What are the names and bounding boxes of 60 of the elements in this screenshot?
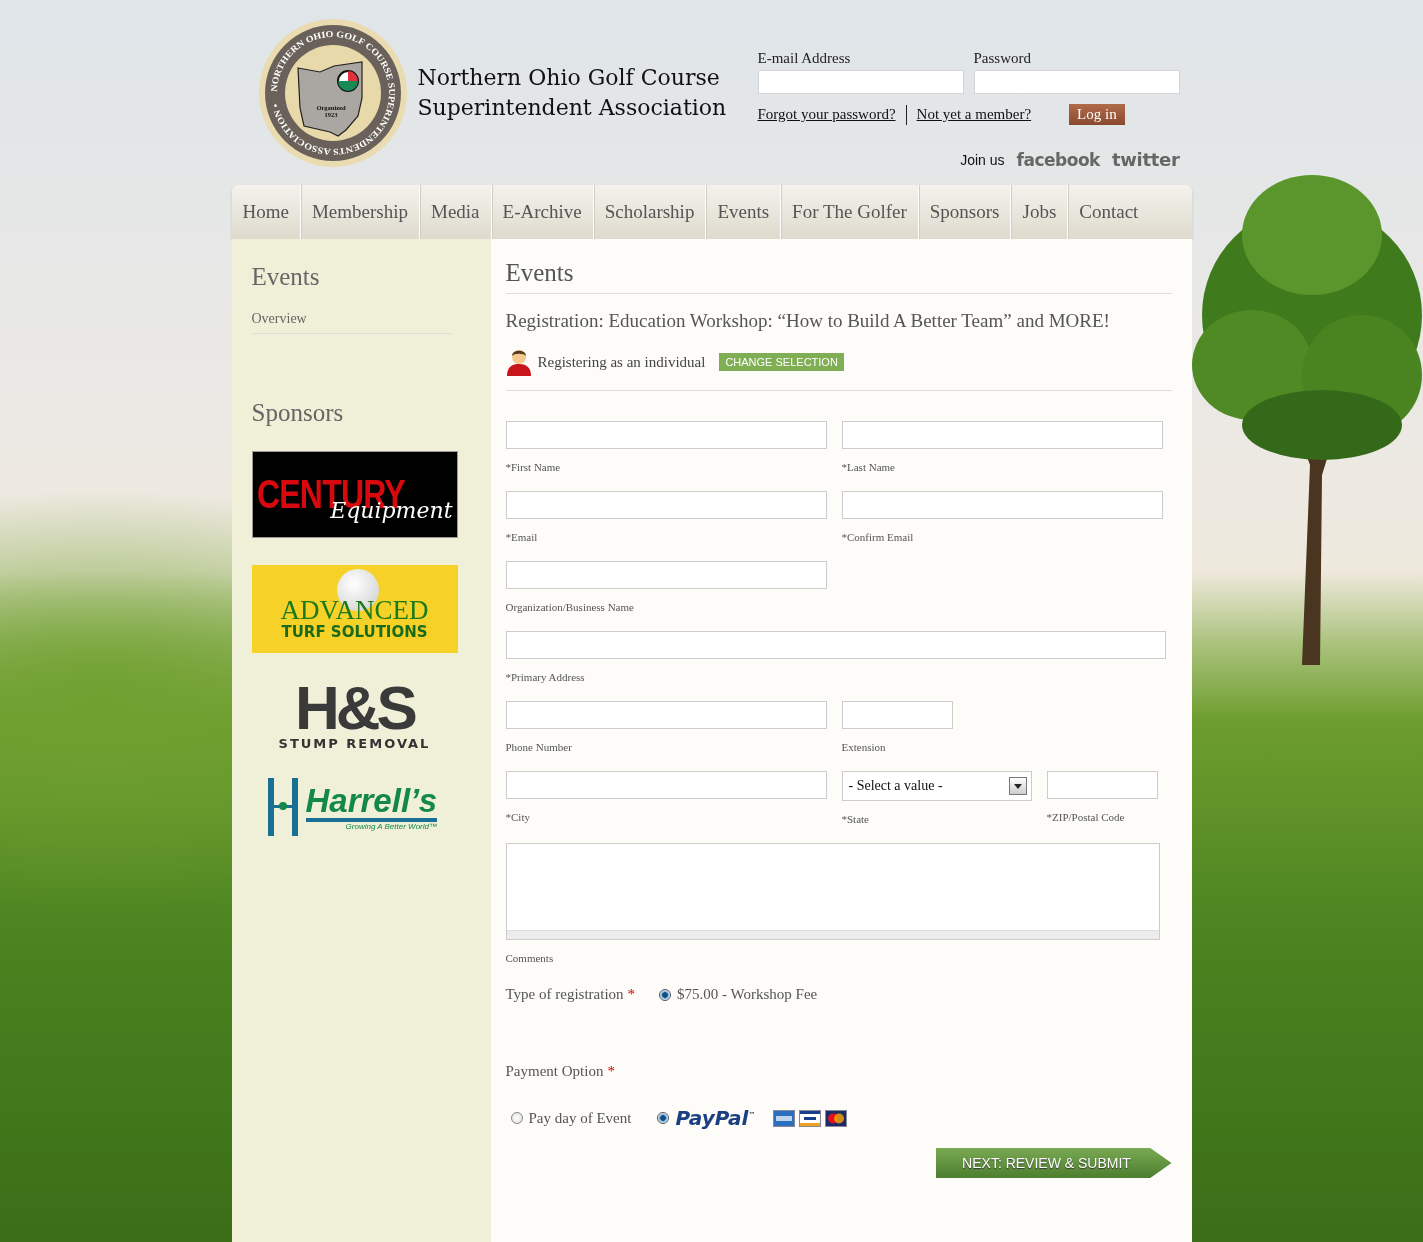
credit-card-icon <box>799 1109 822 1127</box>
join-us-label: Join us <box>960 151 1005 168</box>
credit-card-icon <box>773 1109 796 1127</box>
person-icon <box>505 348 532 376</box>
field-label: Organization/Business Name <box>505 601 635 613</box>
forgot-password-link[interactable]: Forgot your password? <box>757 106 896 123</box>
input-field[interactable] <box>505 491 827 519</box>
page-heading: Events <box>505 259 1172 294</box>
registrant-type-text: Registering as an individual <box>537 353 706 371</box>
input-field[interactable] <box>505 561 827 589</box>
paypal-logo: PayPal$^{™}$ <box>675 1106 756 1130</box>
harrells-logo[interactable]: Harrell’s Growing A Better World™ <box>251 778 458 836</box>
field-label: *State <box>841 813 870 825</box>
email-field[interactable] <box>757 70 964 94</box>
field-label: Type of registration <box>505 986 624 1003</box>
sidebar-link[interactable]: Overview <box>251 311 452 334</box>
field-label: *Confirm Email <box>841 531 915 543</box>
credit-card-icon <box>825 1109 848 1127</box>
radio-button[interactable] <box>659 988 672 1001</box>
input-field[interactable] <box>505 701 827 729</box>
option-label: Pay day of Event <box>528 1109 632 1127</box>
twitter-link[interactable]: twitter <box>1111 149 1180 170</box>
field-label: *ZIP/Postal Code <box>1046 811 1126 823</box>
stump-removal-logo[interactable]: H&S STUMP REMOVAL <box>251 680 458 751</box>
input-field[interactable] <box>505 421 827 449</box>
state-select[interactable]: - Select a value - <box>841 771 1032 801</box>
input-field[interactable] <box>841 701 953 729</box>
site-title: Northern Ohio Golf Course Superintendent Association <box>417 64 727 122</box>
field-label: *Email <box>505 531 539 543</box>
radio-button[interactable] <box>657 1112 670 1124</box>
field-label: Password <box>973 50 1032 67</box>
sidebar-heading: Sponsors <box>251 399 345 427</box>
input-field[interactable] <box>505 631 1166 659</box>
nav-link[interactable]: Contact <box>1068 185 1150 239</box>
field-label: E-mail Address <box>757 50 852 67</box>
advanced-turf-logo[interactable]: ADVANCED TURF SOLUTIONS <box>251 565 458 653</box>
login-button[interactable]: Log in <box>1069 104 1125 125</box>
field-label: Payment Option <box>505 1063 604 1080</box>
required-mark: * <box>627 986 636 1003</box>
next-review-submit-button[interactable]: NEXT: REVIEW & SUBMIT <box>935 1148 1172 1178</box>
input-field[interactable] <box>841 421 1163 449</box>
field-label: *First Name <box>505 461 562 473</box>
field-label: *City <box>505 811 531 823</box>
sidebar-heading: Events <box>251 263 321 291</box>
field-label: Phone Number <box>505 741 573 753</box>
registration-heading: Registration: Education Workshop: “How to Build A Better Team” and MORE! <box>505 310 1111 332</box>
field-label: Comments <box>505 952 555 964</box>
field-label: *Primary Address <box>505 671 586 683</box>
comments-field[interactable] <box>505 843 1160 940</box>
input-field[interactable] <box>1046 771 1158 799</box>
field-label: Extension <box>841 741 887 753</box>
password-field[interactable] <box>973 70 1180 94</box>
field-label: *Last Name <box>841 461 896 473</box>
facebook-link[interactable]: facebook <box>1016 149 1100 170</box>
radio-button[interactable] <box>510 1112 523 1124</box>
required-mark: * <box>607 1063 615 1080</box>
join-link[interactable]: Not yet a member? <box>916 106 1032 123</box>
option-label: $75.00 - Workshop Fee <box>677 986 818 1003</box>
input-field[interactable] <box>505 771 827 799</box>
input-field[interactable] <box>841 491 1163 519</box>
